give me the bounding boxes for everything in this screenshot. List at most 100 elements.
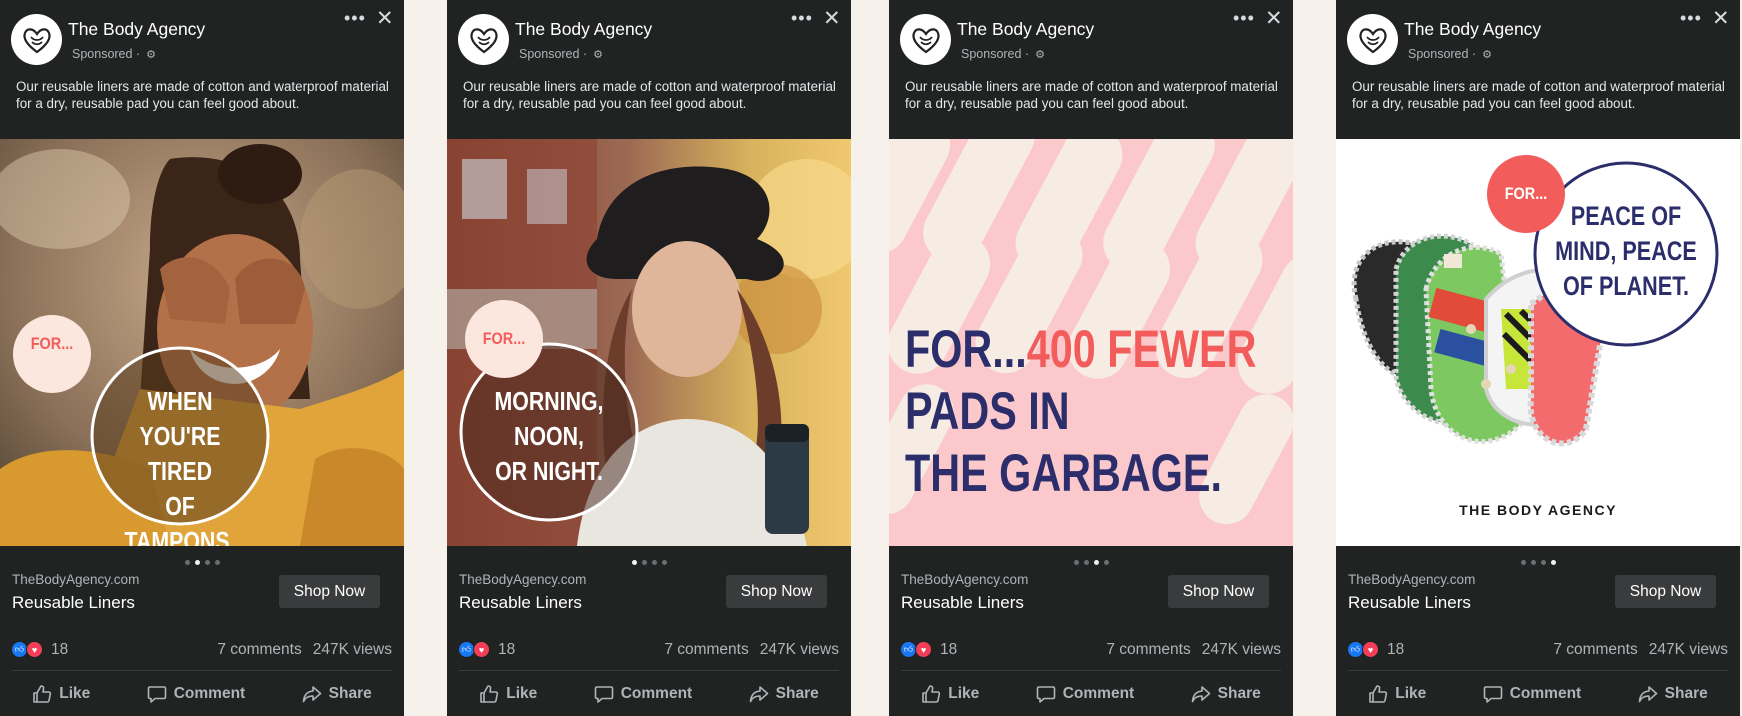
comment-bubble-icon [1036,686,1056,703]
ad-description: Our reusable liners are made of cotton a… [463,79,836,111]
close-icon[interactable]: ✕ [376,6,394,31]
heart-icon: ♥ [915,641,932,658]
comment-button[interactable]: Comment [137,672,255,716]
share-button[interactable]: Share [1181,672,1271,716]
link-title[interactable]: Reusable Liners [459,593,582,613]
more-horizontal-icon[interactable]: ••• [791,8,813,29]
comment-button[interactable]: Comment [1026,672,1144,716]
like-button[interactable]: Like [1358,672,1436,716]
comment-bubble-icon [147,686,167,703]
post-header: The Body Agency Sponsored · ⚙ ••• ✕ Our r… [1336,0,1740,139]
avatar[interactable] [11,14,62,65]
ad-description: Our reusable liners are made of cotton a… [1352,79,1725,111]
close-icon[interactable]: ✕ [823,6,841,31]
link-title[interactable]: Reusable Liners [1348,593,1471,613]
comment-button[interactable]: Comment [1473,672,1591,716]
share-arrow-icon [1638,686,1657,703]
view-count: 247K views [1201,641,1281,658]
ad-image-tired-of-tampons[interactable]: FOR... WHEN YOU'RE TIRED OF TAMPONS. [0,139,404,546]
sponsored-label: Sponsored · ⚙ [72,47,156,61]
page-name[interactable]: The Body Agency [1404,19,1541,40]
comment-count[interactable]: 7 comments [664,641,748,658]
share-button[interactable]: Share [739,672,829,716]
share-arrow-icon [302,686,321,703]
heart-icon: ♥ [473,641,490,658]
gear-icon: ⚙ [1482,49,1492,61]
carousel-dots [889,560,1293,565]
gear-icon: ⚙ [1035,49,1045,61]
ad-image-morning-noon-night[interactable]: FOR... MORNING, NOON, OR NIGHT. [447,139,851,546]
ad-card-2: The Body Agency Sponsored · ⚙ ••• ✕ Our r… [447,0,851,716]
like-button[interactable]: Like [911,672,989,716]
link-domain[interactable]: TheBodyAgency.com [12,572,139,587]
link-title[interactable]: Reusable Liners [12,593,135,613]
shop-now-button[interactable]: Shop Now [1168,575,1269,608]
like-button[interactable]: Like [469,672,547,716]
comment-count[interactable]: 7 comments [217,641,301,658]
avatar[interactable] [900,14,951,65]
thumbs-up-outline-icon [480,685,499,703]
share-button[interactable]: Share [292,672,382,716]
reaction-count: 18 [498,641,516,658]
reaction-count: 18 [51,641,69,658]
divider [12,670,392,671]
link-domain[interactable]: TheBodyAgency.com [459,572,586,587]
link-domain[interactable]: TheBodyAgency.com [901,572,1028,587]
comment-button[interactable]: Comment [584,672,702,716]
ad-card-4: The Body Agency Sponsored · ⚙ ••• ✕ Our r… [1336,0,1740,716]
for-badge: FOR... [482,329,526,348]
avatar[interactable] [1347,14,1398,65]
heart-icon: ♥ [26,641,43,658]
post-header: The Body Agency Sponsored · ⚙ ••• ✕ Our r… [889,0,1293,139]
heart-logo-icon [1358,27,1387,53]
link-domain[interactable]: TheBodyAgency.com [1348,572,1475,587]
reaction-count: 18 [1387,641,1405,658]
shop-now-button[interactable]: Shop Now [726,575,827,608]
ad-image-fewer-pads[interactable]: FOR...400 FEWER PADS IN THE GARBAGE. [889,139,1293,546]
ad-image-peace-of-planet[interactable]: FOR... PEACE OF MIND, PEACE OF PLANET. T… [1336,139,1740,546]
sponsored-label: Sponsored · ⚙ [961,47,1045,61]
share-button[interactable]: Share [1628,672,1718,716]
ad-description: Our reusable liners are made of cotton a… [16,79,389,111]
headline-highlight: 400 FEWER [1026,320,1257,379]
engagement-stats: 7 comments 247K views [217,641,392,659]
more-horizontal-icon[interactable]: ••• [344,8,366,29]
more-horizontal-icon[interactable]: ••• [1233,8,1255,29]
avatar[interactable] [458,14,509,65]
comment-count[interactable]: 7 comments [1106,641,1190,658]
divider [459,670,839,671]
shop-now-button[interactable]: Shop Now [1615,575,1716,608]
page-name[interactable]: The Body Agency [515,19,652,40]
divider [1348,670,1728,671]
engagement-stats: 7 comments 247K views [1553,641,1728,659]
close-icon[interactable]: ✕ [1265,6,1283,31]
ad-card-1: The Body Agency Sponsored · ⚙ ••• ✕ Our r… [0,0,404,716]
ad-headline: FOR...400 FEWER PADS IN THE GARBAGE. [905,320,1257,503]
more-horizontal-icon[interactable]: ••• [1680,8,1702,29]
heart-logo-icon [469,27,498,53]
engagement-stats: 7 comments 247K views [1106,641,1281,659]
action-bar: Like Comment Share [0,672,404,716]
link-title[interactable]: Reusable Liners [901,593,1024,613]
heart-icon: ♥ [1362,641,1379,658]
action-bar: Like Comment Share [1336,672,1740,716]
ad-headline: PEACE OF MIND, PEACE OF PLANET. [1555,201,1697,301]
heart-logo-icon [911,27,940,53]
action-bar: Like Comment Share [447,672,851,716]
sponsored-label: Sponsored · ⚙ [519,47,603,61]
comment-count[interactable]: 7 comments [1553,641,1637,658]
for-badge: FOR... [30,334,74,353]
comment-bubble-icon [594,686,614,703]
like-button[interactable]: Like [22,672,100,716]
page-name[interactable]: The Body Agency [68,19,205,40]
ad-description: Our reusable liners are made of cotton a… [905,79,1278,111]
share-arrow-icon [1191,686,1210,703]
close-icon[interactable]: ✕ [1712,6,1730,31]
heart-logo-icon [22,27,51,53]
post-header: The Body Agency Sponsored · ⚙ ••• ✕ Our r… [447,0,851,139]
shop-now-button[interactable]: Shop Now [279,575,380,608]
carousel-dots [1336,560,1740,565]
page-name[interactable]: The Body Agency [957,19,1094,40]
thumbs-up-outline-icon [33,685,52,703]
gear-icon: ⚙ [146,49,156,61]
